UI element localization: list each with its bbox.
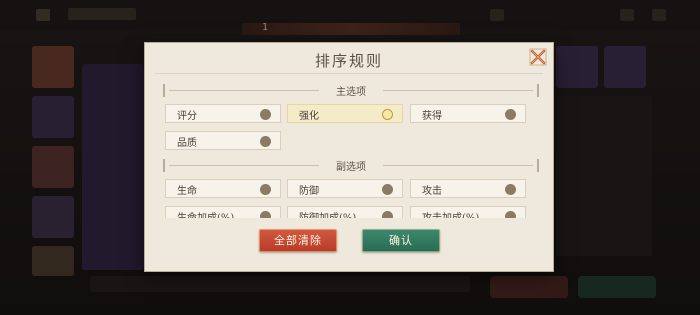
primary-section-header: 主选项 bbox=[163, 84, 539, 98]
option-label: 攻击加成(%) bbox=[422, 209, 479, 218]
radio-unselected-icon bbox=[382, 184, 393, 195]
radio-unselected-icon bbox=[382, 211, 393, 218]
close-button[interactable] bbox=[529, 48, 547, 66]
option-label: 生命加成(%) bbox=[177, 209, 234, 218]
option-scroll-clip: 生命加成(%) 防御加成(%) 攻击加成(%) bbox=[145, 206, 553, 218]
primary-option-score[interactable]: 评分 bbox=[165, 104, 281, 123]
secondary-section-heading: 副选项 bbox=[336, 162, 366, 173]
option-label: 品质 bbox=[177, 138, 197, 149]
radio-unselected-icon bbox=[260, 184, 271, 195]
radio-unselected-icon bbox=[505, 211, 516, 218]
primary-option-quality[interactable]: 品质 bbox=[165, 131, 281, 150]
secondary-option-attack-bonus[interactable]: 攻击加成(%) bbox=[410, 206, 526, 218]
sort-rules-dialog: 排序规则 主选项 评分 强化 获得 品质 副选项 生命 防御 攻击 全部清除 确… bbox=[145, 43, 553, 271]
option-label: 获得 bbox=[422, 111, 442, 122]
option-label: 强化 bbox=[299, 111, 319, 122]
secondary-option-hp[interactable]: 生命 bbox=[165, 179, 281, 198]
radio-selected-icon bbox=[382, 109, 393, 120]
secondary-option-defense[interactable]: 防御 bbox=[287, 179, 403, 198]
radio-unselected-icon bbox=[260, 136, 271, 147]
primary-option-enhance[interactable]: 强化 bbox=[287, 104, 403, 123]
primary-option-obtained[interactable]: 获得 bbox=[410, 104, 526, 123]
option-label: 生命 bbox=[177, 186, 197, 197]
radio-unselected-icon bbox=[505, 109, 516, 120]
option-label: 攻击 bbox=[422, 186, 442, 197]
secondary-option-attack[interactable]: 攻击 bbox=[410, 179, 526, 198]
radio-unselected-icon bbox=[505, 184, 516, 195]
confirm-button[interactable]: 确认 bbox=[362, 229, 440, 252]
secondary-section-header: 副选项 bbox=[163, 159, 539, 173]
clear-all-button[interactable]: 全部清除 bbox=[259, 229, 337, 252]
radio-unselected-icon bbox=[260, 211, 271, 218]
secondary-option-hp-bonus[interactable]: 生命加成(%) bbox=[165, 206, 281, 218]
dialog-title: 排序规则 bbox=[314, 52, 383, 70]
radio-unselected-icon bbox=[260, 109, 271, 120]
close-x-icon bbox=[529, 48, 547, 66]
title-divider bbox=[155, 73, 543, 74]
option-label: 防御加成(%) bbox=[299, 209, 356, 218]
option-label: 评分 bbox=[177, 111, 197, 122]
option-label: 防御 bbox=[299, 186, 319, 197]
secondary-option-defense-bonus[interactable]: 防御加成(%) bbox=[287, 206, 403, 218]
primary-section-heading: 主选项 bbox=[336, 87, 366, 98]
